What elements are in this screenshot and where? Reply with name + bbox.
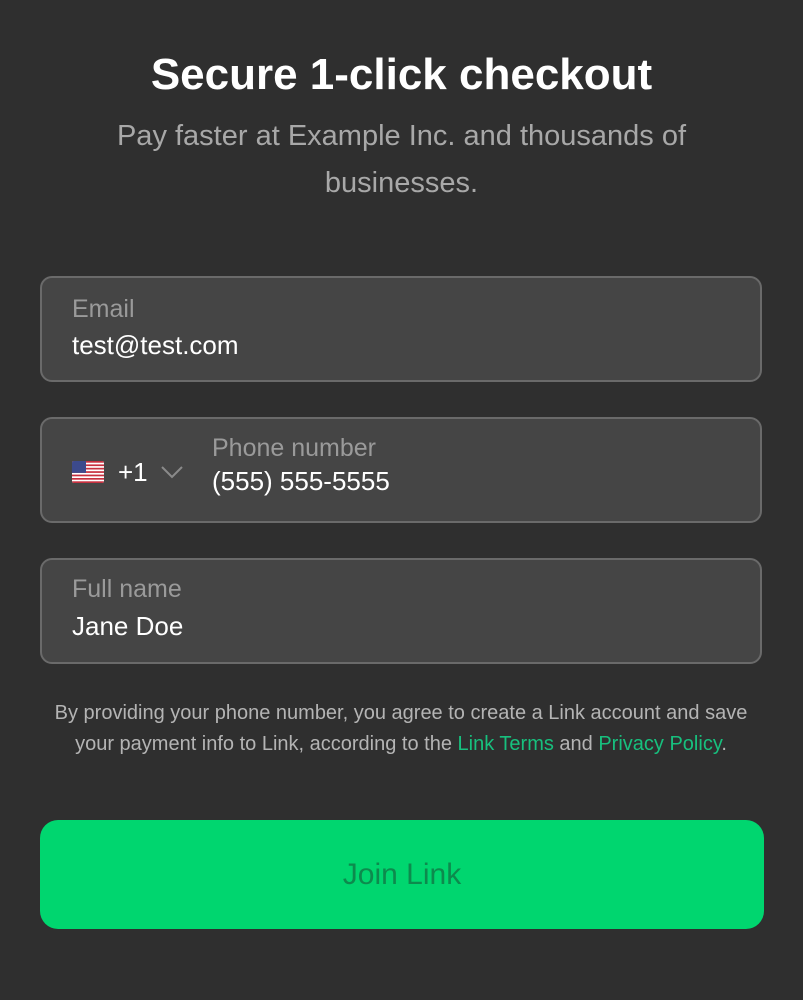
- legal-end-text: .: [721, 733, 727, 755]
- us-flag-icon: [72, 461, 104, 483]
- legal-notice: By providing your phone number, you agre…: [40, 698, 762, 760]
- full-name-input[interactable]: [72, 610, 712, 642]
- email-input[interactable]: [72, 329, 712, 361]
- chevron-down-icon: [160, 466, 183, 479]
- country-code-selector[interactable]: +1: [72, 455, 184, 489]
- phone-label: Phone number: [212, 434, 377, 462]
- phone-field[interactable]: +1 Phone number: [40, 417, 762, 523]
- privacy-policy-link[interactable]: Privacy Policy: [598, 733, 721, 755]
- email-field[interactable]: Email: [40, 276, 762, 382]
- legal-and-text: and: [553, 733, 599, 755]
- link-terms-link[interactable]: Link Terms: [458, 733, 554, 755]
- page-subtitle: Pay faster at Example Inc. and thousands…: [116, 120, 687, 199]
- full-name-field[interactable]: Full name: [40, 558, 762, 664]
- phone-input[interactable]: [212, 465, 712, 497]
- join-link-button[interactable]: Join Link: [40, 820, 764, 929]
- page-title: Secure 1-click checkout: [150, 50, 653, 99]
- full-name-label: Full name: [72, 575, 182, 603]
- email-label: Email: [72, 295, 135, 323]
- country-code: +1: [118, 456, 148, 487]
